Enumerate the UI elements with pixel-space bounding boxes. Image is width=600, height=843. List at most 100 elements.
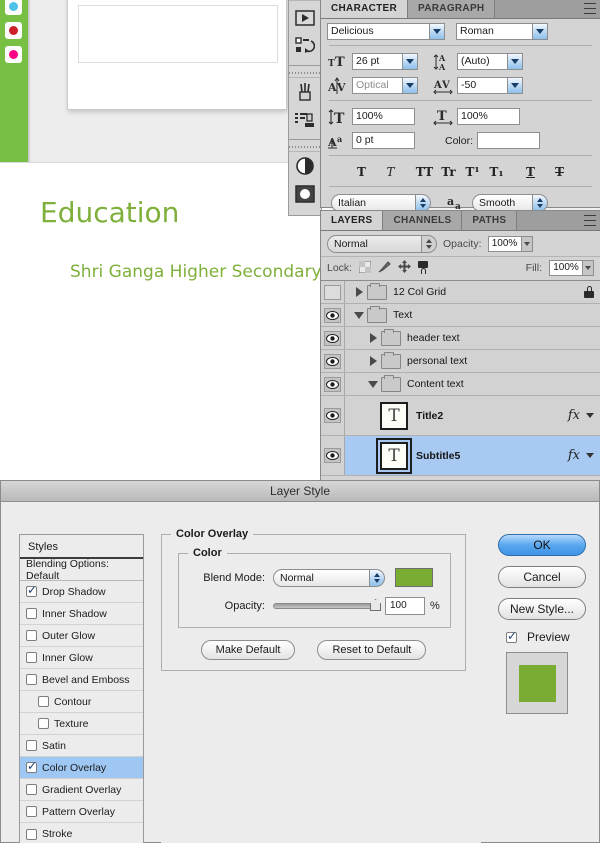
checkbox-drop-shadow[interactable] [26, 583, 37, 597]
clone-source-icon[interactable] [290, 106, 320, 134]
table-row[interactable]: Text [321, 304, 600, 327]
document-window[interactable] [67, 0, 287, 110]
style-item-stroke[interactable]: Stroke [20, 823, 143, 843]
visibility-cell[interactable] [321, 396, 345, 435]
checkbox-inner-shadow[interactable] [26, 608, 37, 619]
style-item-inner-shadow[interactable]: Inner Shadow [20, 603, 143, 625]
table-row[interactable]: T Title2 fx [321, 396, 600, 436]
checkbox-texture[interactable] [38, 718, 49, 729]
opacity-slider[interactable] [273, 599, 381, 611]
checkbox-pattern-overlay[interactable] [26, 806, 37, 817]
subscript-button[interactable]: T₁ [486, 162, 508, 181]
eye-icon[interactable] [324, 330, 341, 346]
style-item-outer-glow[interactable]: Outer Glow [20, 625, 143, 647]
eye-icon[interactable] [324, 307, 341, 323]
checkbox-preview[interactable] [506, 629, 517, 643]
style-item-texture[interactable]: Texture [20, 713, 143, 735]
tracking-value[interactable]: -50 [457, 77, 507, 94]
layer-effects-cell[interactable]: fx [568, 408, 600, 423]
eye-icon[interactable] [324, 448, 341, 463]
text-layer-thumbnail[interactable]: T [376, 437, 412, 474]
panel-grip-3[interactable] [289, 143, 321, 152]
disclosure-triangle-icon[interactable] [365, 333, 381, 343]
social-share-flickr[interactable] [5, 46, 22, 63]
cancel-button[interactable]: Cancel [498, 566, 586, 588]
style-item-gradient-overlay[interactable]: Gradient Overlay [20, 779, 143, 801]
panel-grip-2[interactable] [289, 69, 321, 78]
checkbox-stroke[interactable] [26, 828, 37, 840]
font-size-value[interactable]: 26 pt [352, 53, 402, 70]
tab-layers[interactable]: LAYERS [321, 211, 384, 230]
font-style-value[interactable]: Roman [456, 23, 532, 40]
visibility-cell[interactable] [321, 436, 345, 475]
underline-button[interactable]: T [520, 162, 542, 181]
stepper-arrows-icon[interactable] [415, 193, 431, 212]
horizontal-scale-value[interactable]: 100% [457, 108, 520, 125]
ok-button[interactable]: OK [498, 534, 586, 556]
style-item-blending-options[interactable]: Blending Options: Default [20, 558, 143, 582]
superscript-button[interactable]: T¹ [462, 162, 484, 181]
stepper-arrows-icon[interactable] [421, 235, 437, 253]
strikethrough-button[interactable]: T [549, 162, 571, 181]
tab-character[interactable]: CHARACTER [321, 0, 409, 18]
font-size-combo[interactable]: 26 pt [352, 53, 418, 70]
checkbox-satin[interactable] [26, 740, 37, 751]
checkbox-gradient-overlay[interactable] [26, 784, 37, 795]
chevron-down-icon[interactable] [586, 413, 594, 418]
eye-icon[interactable] [324, 376, 341, 392]
opacity-slider-thumb[interactable] [370, 599, 381, 611]
checkbox-outer-glow[interactable] [26, 630, 37, 641]
style-item-contour[interactable]: Contour [20, 691, 143, 713]
visibility-cell[interactable] [321, 373, 345, 395]
disclosure-triangle-icon[interactable] [365, 356, 381, 366]
faux-bold-button[interactable]: T [351, 162, 373, 181]
overlay-opacity-value[interactable]: 100 [385, 597, 425, 615]
animation-icon[interactable] [290, 4, 320, 32]
language-stepper[interactable]: Italian [331, 193, 431, 212]
canvas-subtitle-text[interactable]: Shri Ganga Higher Secondary [70, 262, 322, 282]
checkbox-color-overlay[interactable] [26, 759, 37, 773]
disclosure-triangle-icon[interactable] [351, 287, 367, 297]
layer-name[interactable]: Text [393, 309, 412, 321]
eye-icon-off[interactable] [324, 284, 341, 300]
text-layer-thumbnail[interactable]: T [380, 401, 408, 430]
new-style-button[interactable]: New Style... [498, 598, 586, 620]
preview-toggle-row[interactable]: Preview [506, 629, 588, 644]
leading-value[interactable]: (Auto) [457, 53, 507, 70]
style-item-inner-glow[interactable]: Inner Glow [20, 647, 143, 669]
panel-menu-icon[interactable] [584, 215, 596, 226]
style-item-bevel-and-emboss[interactable]: Bevel and Emboss [20, 669, 143, 691]
table-row[interactable]: Content text [321, 373, 600, 396]
layer-name[interactable]: personal text [407, 355, 467, 367]
tracking-combo[interactable]: -50 [457, 77, 523, 94]
overlay-blend-mode-value[interactable]: Normal [273, 568, 369, 587]
masks-icon[interactable] [290, 180, 320, 208]
anti-alias-value[interactable]: Smooth [472, 193, 532, 212]
baseline-shift-value[interactable]: 0 pt [352, 132, 415, 149]
overlay-color-swatch[interactable] [395, 568, 433, 587]
text-color-swatch[interactable] [477, 132, 541, 149]
chevron-down-icon[interactable] [521, 236, 533, 252]
layer-name[interactable]: Content text [407, 378, 464, 390]
visibility-cell[interactable] [321, 281, 345, 303]
chevron-down-icon[interactable] [532, 23, 548, 40]
style-item-satin[interactable]: Satin [20, 735, 143, 757]
style-item-drop-shadow[interactable]: Drop Shadow [20, 581, 143, 603]
layer-name[interactable]: Title2 [416, 410, 443, 422]
table-row[interactable]: 12 Col Grid [321, 281, 600, 304]
lock-position-icon[interactable] [398, 260, 412, 276]
all-caps-button[interactable]: TT [414, 162, 436, 181]
disclosure-triangle-icon[interactable] [365, 380, 381, 388]
reset-to-default-button[interactable]: Reset to Default [317, 640, 427, 660]
chevron-down-icon[interactable] [586, 453, 594, 458]
vertical-scale-value[interactable]: 100% [352, 108, 415, 125]
eye-icon[interactable] [324, 408, 341, 423]
disclosure-triangle-icon[interactable] [351, 311, 367, 319]
font-family-combo[interactable]: Delicious [327, 23, 445, 40]
canvas-title-text[interactable]: Education [40, 196, 179, 229]
chevron-down-icon[interactable] [402, 77, 418, 94]
kerning-value[interactable]: Optical [352, 77, 402, 94]
table-row[interactable]: T Subtitle5 fx [321, 436, 600, 476]
visibility-cell[interactable] [321, 327, 345, 349]
social-share-twitter[interactable] [5, 0, 22, 15]
